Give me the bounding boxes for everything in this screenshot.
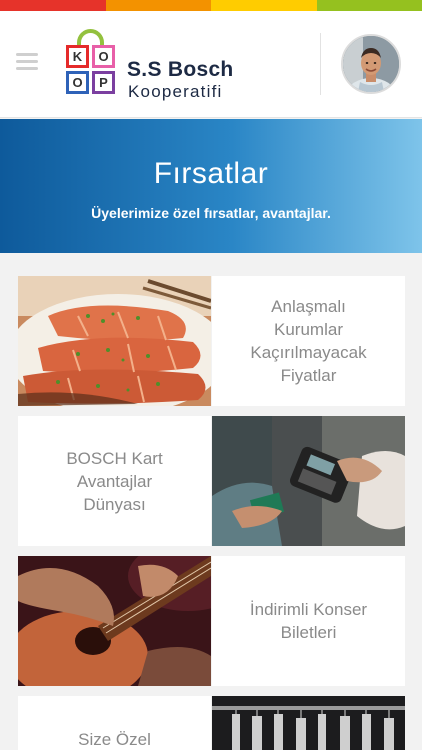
brand-name: S.S Bosch [127,58,234,81]
tile-contracted-institutions[interactable]: Anlaşmalı Kurumlar Kaçırılmayacak Fiyatl… [212,276,405,406]
offers-banner: Fırsatlar Üyelerimize özel fırsatlar, av… [0,119,422,253]
strip-yellow [211,0,317,11]
header-divider [320,33,321,95]
page-title: Fırsatlar [153,157,269,190]
page-subtitle: Üyelerimize özel fırsatlar, avantajlar. [91,205,331,221]
salmon-dish-photo[interactable] [18,276,211,406]
strip-orange [105,0,211,11]
hamburger-icon[interactable] [16,53,40,73]
logo-letter: O [66,71,89,94]
tile-label: BOSCH Kart Avantajlar Dünyası [66,448,163,514]
app-header: K O O P S.S Bosch Kooperatifi [0,11,422,118]
tile-label: Size Özel Fiyatlarla [78,730,151,749]
brand-subname: Kooperatifi [128,82,223,101]
tile-bosch-card[interactable]: BOSCH Kart Avantajlar Dünyası [18,416,211,546]
tile-label: Anlaşmalı Kurumlar Kaçırılmayacak Fiyatl… [250,297,367,385]
logo-letter: K [66,45,89,68]
user-avatar[interactable] [341,34,401,94]
logo-letter: P [92,71,115,94]
logo-bag-icon: K O O P [66,29,116,95]
tile-label: İndirimli Konser Biletleri [249,600,368,642]
strip-red [0,0,106,11]
tile-special-prices[interactable]: Size Özel Fiyatlarla [18,696,211,750]
guitar-player-photo[interactable] [18,556,211,686]
brand-color-strip [0,0,422,11]
card-payment-photo[interactable] [212,416,405,546]
strip-green [316,0,422,11]
logo-letter: O [92,45,115,68]
clothing-rack-photo[interactable] [212,696,405,750]
kooperatif-logo[interactable]: K O O P S.S Bosch Kooperatifi [66,29,246,101]
tile-concert-tickets[interactable]: İndirimli Konser Biletleri [212,556,405,686]
